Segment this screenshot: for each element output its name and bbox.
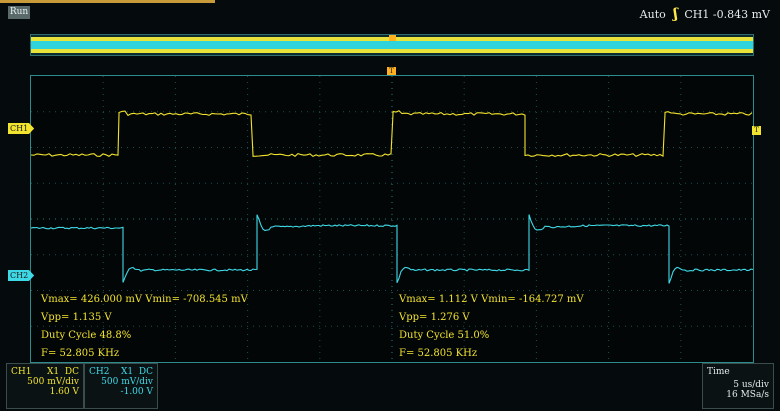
- title-accent-bar: [0, 0, 215, 3]
- ch1-waveform: [30, 110, 753, 158]
- trigger-channel: CH1: [684, 8, 710, 21]
- ch2-panel-offset: -1.00 V: [120, 387, 153, 397]
- timebase-panel[interactable]: Time 5 us/div 16 MSa/s: [702, 363, 774, 409]
- ch1-panel-probe: X1: [47, 367, 60, 377]
- time-panel-title: Time: [707, 367, 730, 377]
- timebase-value: 5 us/div: [733, 380, 769, 390]
- ch1-vmax-vmin: Vmax= 426.000 mV Vmin= -708.545 mV: [41, 294, 248, 305]
- ch2-panel-scale: 500 mV/div: [101, 377, 153, 387]
- ch2-panel-name: CH2: [89, 367, 110, 377]
- ch1-settings-panel[interactable]: CH1 X1 DC 500 mV/div 1.60 V: [6, 363, 84, 409]
- ch1-panel-coupling: DC: [64, 367, 79, 377]
- trigger-info[interactable]: Auto ʃ CH1 -0.843 mV: [640, 6, 770, 22]
- ch2-panel-probe: X1: [121, 367, 134, 377]
- trigger-level-marker[interactable]: T: [752, 126, 761, 135]
- ch1-panel-offset: 1.60 V: [49, 387, 79, 397]
- ch2-settings-panel[interactable]: CH2 X1 DC 500 mV/div -1.00 V: [84, 363, 158, 409]
- ch2-ground-marker[interactable]: CH2: [8, 270, 35, 281]
- trigger-level: -0.843 mV: [712, 8, 770, 21]
- rising-edge-icon: ʃ: [673, 6, 678, 22]
- ch1-duty-cycle: Duty Cycle 48.8%: [41, 330, 132, 341]
- ch2-panel-coupling: DC: [138, 367, 153, 377]
- ch1-panel-scale: 500 mV/div: [27, 377, 79, 387]
- ch2-vpp: Vpp= 1.276 V: [399, 312, 470, 323]
- ch1-ground-marker[interactable]: CH1: [8, 123, 35, 134]
- ch2-frequency: F= 52.805 KHz: [399, 348, 478, 359]
- ch2-duty-cycle: Duty Cycle 51.0%: [399, 330, 490, 341]
- waveform-display[interactable]: Vmax= 426.000 mV Vmin= -708.545 mV Vpp= …: [30, 75, 754, 363]
- run-status-badge[interactable]: Run: [8, 6, 30, 19]
- ch1-panel-name: CH1: [11, 367, 32, 377]
- overview-band-cyan: [31, 41, 753, 49]
- sample-rate-value: 16 MSa/s: [726, 390, 769, 400]
- trigger-mode: Auto: [639, 8, 666, 21]
- overview-band-yellow-bottom: [31, 49, 753, 53]
- ch2-vmax-vmin: Vmax= 1.112 V Vmin= -164.727 mV: [399, 294, 584, 305]
- ch1-frequency: F= 52.805 KHz: [41, 348, 120, 359]
- ch1-vpp: Vpp= 1.135 V: [41, 312, 112, 323]
- waveform-svg: [30, 76, 754, 362]
- overview-trigger-indicator: [389, 35, 396, 41]
- memory-overview-strip[interactable]: [30, 34, 754, 56]
- ch2-waveform: [30, 214, 754, 284]
- overview-svg: [31, 35, 753, 53]
